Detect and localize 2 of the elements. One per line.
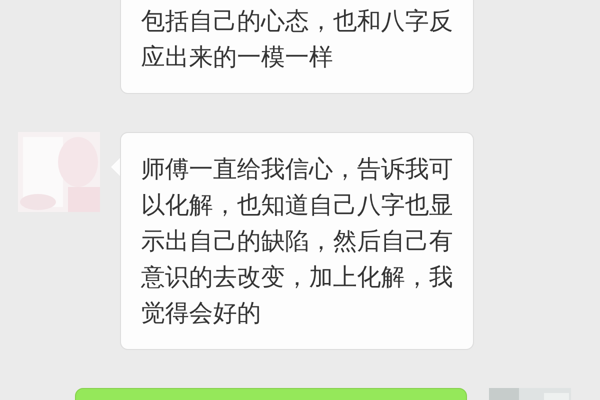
message-text: 师傅一直给我信心，告诉我可以化解，也知道自己八字也显示出自己的缺陷，然后自己有意识的去改变，加上化解，我觉得会好的: [141, 154, 453, 329]
message-text: 包括自己的心态，也和八字反应出来的一模一样: [141, 6, 453, 73]
